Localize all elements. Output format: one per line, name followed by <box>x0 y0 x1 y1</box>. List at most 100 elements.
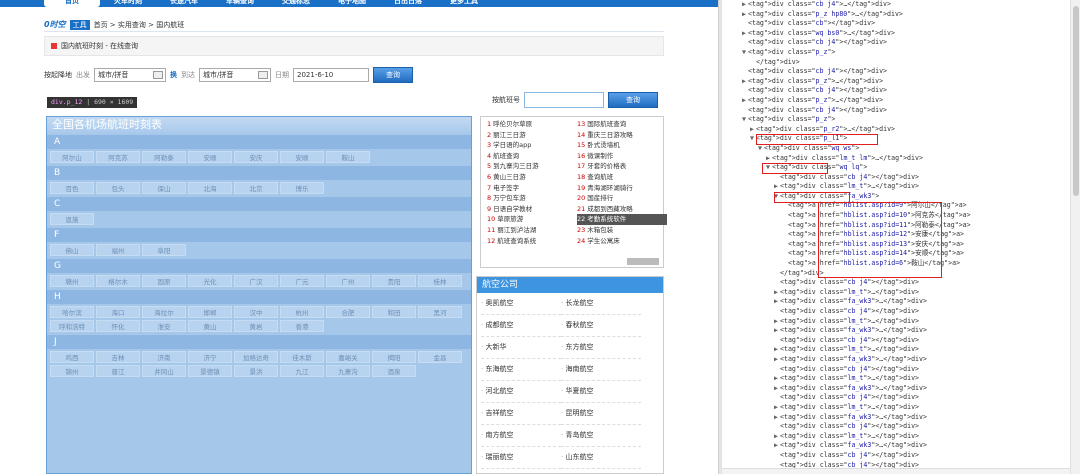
airport-city-link[interactable]: 保山 <box>142 182 186 194</box>
hot-list-item[interactable]: 12 航班查询系统 <box>487 236 577 247</box>
swap-cities-button[interactable]: 换 <box>170 70 177 80</box>
airport-city-link[interactable]: 海口 <box>96 306 140 318</box>
airport-city-link[interactable]: 加格达奇 <box>234 351 278 363</box>
airport-city-link[interactable]: 晋江 <box>96 365 140 377</box>
airport-city-link[interactable]: 固原 <box>142 275 186 287</box>
airport-city-link[interactable]: 黑河 <box>418 306 462 318</box>
airport-city-link[interactable]: 广汉 <box>234 275 278 287</box>
nav-item[interactable]: 日出日落 <box>380 0 436 7</box>
airport-city-link[interactable]: 金昌 <box>418 351 462 363</box>
date-input[interactable]: 2021-6-10 <box>293 68 369 82</box>
airline-link[interactable]: 吉祥航空 <box>481 403 561 425</box>
airline-link[interactable]: 南方航空 <box>481 425 561 447</box>
dom-tree-line[interactable]: </tag">div> <box>726 269 1070 279</box>
hot-list-item[interactable]: 1 呼伦贝尔草原 <box>487 119 577 130</box>
airport-city-link[interactable]: 佳木斯 <box>280 351 324 363</box>
airport-city-link[interactable]: 鸡西 <box>50 351 94 363</box>
dom-tree-line[interactable]: ▼ <tag">div class="p_z"> <box>726 115 1070 125</box>
airport-city-link[interactable]: 锦州 <box>50 365 94 377</box>
hot-list-item[interactable]: 15 卧式烫墙机 <box>577 140 667 151</box>
dom-tree-line[interactable]: <tag">div class="cb j4"></tag">div> <box>726 86 1070 96</box>
dom-tree-line[interactable]: ▶ <tag">div class="cb j4">…</tag">div> <box>726 0 1070 10</box>
dom-tree-line[interactable]: ▶ <tag">div class="fa_wk3">…</tag">div> <box>726 384 1070 394</box>
nav-item[interactable]: 长途汽车 <box>156 0 212 7</box>
dom-tree-line[interactable]: <tag">a href="hblist.asp?id=11">阿勒泰</tag… <box>726 221 1070 231</box>
hot-list-item[interactable]: 6 黄山三日游 <box>487 172 577 183</box>
dom-tree-line[interactable]: <tag">a href="hblist.asp?id=13">安庆</tag"… <box>726 240 1070 250</box>
dom-tree-line[interactable]: ▶ <tag">div class="p_z">…</tag">div> <box>726 96 1070 106</box>
airport-city-link[interactable]: 淮安 <box>142 320 186 332</box>
airport-city-link[interactable]: 光化 <box>188 275 232 287</box>
dom-tree-line[interactable]: ▶ <tag">div class="wq bs0">…</tag">div> <box>726 29 1070 39</box>
airport-city-link[interactable]: 井冈山 <box>142 365 186 377</box>
airport-city-link[interactable]: 格尔木 <box>96 275 140 287</box>
dom-tree-line[interactable]: <tag">div class="cb j4"></tag">div> <box>726 365 1070 375</box>
hot-list-item[interactable]: 5 到九寨沟三日游 <box>487 161 577 172</box>
airline-link[interactable]: 华夏航空 <box>561 381 641 403</box>
airport-city-link[interactable]: 杭州 <box>280 306 324 318</box>
airport-city-link[interactable]: 博乐 <box>280 182 324 194</box>
dom-tree-line[interactable]: <tag">a href="hblist.asp?id=14">安顺</tag"… <box>726 249 1070 259</box>
airport-city-link[interactable]: 怀化 <box>96 320 140 332</box>
dom-tree-line[interactable]: <tag">div class="cb j4"></tag">div> <box>726 38 1070 48</box>
hot-list-item[interactable]: 13 国际航班查询 <box>577 119 667 130</box>
dom-tree-line[interactable]: <tag">div class="cb j4"></tag">div> <box>726 278 1070 288</box>
dom-tree-line[interactable]: <tag">div class="cb j4"></tag">div> <box>726 67 1070 77</box>
airport-city-link[interactable]: 鞍山 <box>326 151 370 163</box>
airport-city-link[interactable]: 香港 <box>280 320 324 332</box>
airport-city-link[interactable]: 和田 <box>372 306 416 318</box>
dom-tree-line[interactable]: ▶ <tag">div class="fa_wk3">…</tag">div> <box>726 441 1070 451</box>
airport-city-link[interactable]: 福州 <box>96 244 140 256</box>
airport-city-link[interactable]: 揭阳 <box>372 351 416 363</box>
airport-city-link[interactable]: 酒泉 <box>372 365 416 377</box>
dom-tree-line[interactable]: <tag">div class="cb j4"></tag">div> <box>726 307 1070 317</box>
hot-list-item[interactable]: 22 考勤系统软件 <box>577 214 667 225</box>
nav-item[interactable]: 车辆查询 <box>212 0 268 7</box>
hot-list-item[interactable]: 20 国産排行 <box>577 193 667 204</box>
to-city-input[interactable]: 城市/拼音 <box>199 68 271 82</box>
airline-link[interactable]: 东海航空 <box>481 359 561 381</box>
airport-city-link[interactable]: 贵阳 <box>372 275 416 287</box>
dom-tree-line[interactable]: <tag">div class="cb j4"></tag">div> <box>726 451 1070 461</box>
airport-city-link[interactable]: 邯郸 <box>188 306 232 318</box>
dom-tree-line[interactable]: ▼ <tag">div class="wq ws"> <box>726 144 1070 154</box>
airport-city-link[interactable]: 合肥 <box>326 306 370 318</box>
airline-link[interactable]: 深圳航空 <box>561 469 641 474</box>
route-search-button[interactable]: 查询 <box>373 67 413 83</box>
hot-list-item[interactable]: 2 丽江三日游 <box>487 130 577 141</box>
hot-list-item[interactable]: 8 万宁包车游 <box>487 193 577 204</box>
airport-city-link[interactable]: 包头 <box>96 182 140 194</box>
dom-tree-line[interactable]: ▶ <tag">div class="lm_t">…</tag">div> <box>726 374 1070 384</box>
airline-link[interactable]: 长龙航空 <box>561 293 641 315</box>
hot-list-item[interactable]: 3 学日语的app <box>487 140 577 151</box>
dom-tree-line[interactable]: ▶ <tag">div class="lm_t">…</tag">div> <box>726 317 1070 327</box>
dom-tree-line[interactable]: </tag">div> <box>726 58 1070 68</box>
airline-link[interactable]: 奥凯航空 <box>481 293 561 315</box>
dom-tree-line[interactable]: <tag">div class="cb j4"></tag">div> <box>726 173 1070 183</box>
dom-tree-line[interactable]: ▶ <tag">div class="lm_t lm">…</tag">div> <box>726 154 1070 164</box>
airport-city-link[interactable]: 安庆 <box>234 151 278 163</box>
hot-list-item[interactable]: 11 丽江到泸沽湖 <box>487 225 577 236</box>
airport-city-link[interactable]: 桂林 <box>418 275 462 287</box>
flight-number-input[interactable] <box>524 92 604 108</box>
airport-city-link[interactable]: 哈尔滨 <box>50 306 94 318</box>
airport-city-link[interactable]: 安顺 <box>280 151 324 163</box>
airline-link[interactable]: 河北航空 <box>481 381 561 403</box>
dom-tree-line[interactable]: <tag">div class="cb j4"></tag">div> <box>726 422 1070 432</box>
hot-list-item[interactable]: 21 成都到西藏攻略 <box>577 204 667 215</box>
dom-tree-line[interactable]: ▶ <tag">div class="p_z">…</tag">div> <box>726 77 1070 87</box>
airport-city-link[interactable]: 海拉尔 <box>142 306 186 318</box>
airport-city-link[interactable]: 呼和浩特 <box>50 320 94 332</box>
dom-tree-line[interactable]: ▶ <tag">div class="lm_t">…</tag">div> <box>726 182 1070 192</box>
dom-tree-line[interactable]: <tag">a href="hblist.asp?id=9">阿尔山</tag"… <box>726 201 1070 211</box>
airport-city-link[interactable]: 汉中 <box>234 306 278 318</box>
airport-city-link[interactable]: 景德镇 <box>188 365 232 377</box>
airport-city-link[interactable]: 景洪 <box>234 365 278 377</box>
airport-city-link[interactable]: 九寨沟 <box>326 365 370 377</box>
dom-tree-line[interactable]: ▶ <tag">div class="lm_t">…</tag">div> <box>726 288 1070 298</box>
hot-list-item[interactable]: 16 微课制作 <box>577 151 667 162</box>
airport-city-link[interactable]: 广元 <box>280 275 324 287</box>
airline-link[interactable]: 青岛航空 <box>561 425 641 447</box>
airport-city-link[interactable]: 北海 <box>188 182 232 194</box>
breadcrumb-path[interactable]: 首页 > 实用查询 > 国内航班 <box>94 20 185 30</box>
